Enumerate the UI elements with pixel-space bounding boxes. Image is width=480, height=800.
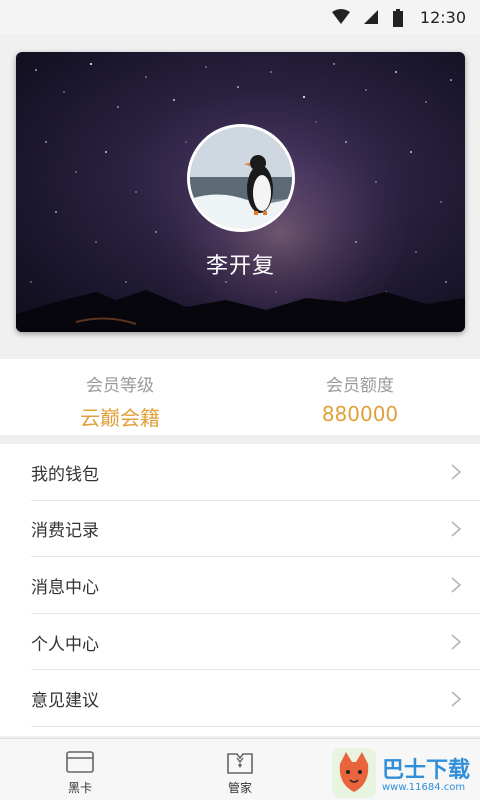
avatar[interactable] [187,124,295,232]
chevron-right-icon [451,691,462,707]
wifi-icon [331,9,350,25]
chevron-right-icon [451,577,462,594]
tab-label: 管家 [227,781,252,795]
chevron-right-icon [451,634,462,650]
watermark-fox-icon [332,748,376,798]
penguin-avatar-icon [190,127,292,229]
menu-item-feedback[interactable]: 意见建议 [0,670,480,727]
menu-list: 我的钱包 消费记录 消息中心 个人中心 意见建议 [0,444,480,736]
membership-level: 会员等级 云巅会籍 [0,359,240,435]
status-bar: 12:30 [0,0,480,34]
menu-item-label: 个人中心 [31,634,99,655]
watermark-logo: 巴士下载 www.11684.com [330,744,480,800]
membership-quota: 会员额度 880000 [240,359,480,435]
menu-item-consumption-records[interactable]: 消费记录 [0,501,480,558]
tab-black-card[interactable]: 黑卡 [0,739,160,800]
watermark-text: 巴士下载 [382,758,471,783]
profile-card: 李开复 [16,52,465,332]
chevron-right-icon [451,464,462,480]
membership-quota-value: 880000 [321,402,399,426]
membership-level-value: 云巅会籍 [80,406,160,430]
tab-label: 黑卡 [67,781,92,795]
cell-signal-icon [362,9,380,25]
menu-item-label: 我的钱包 [31,464,99,485]
user-name: 李开复 [205,254,275,279]
tab-butler[interactable]: 管家 [160,739,320,800]
menu-item-message-center[interactable]: 消息中心 [0,557,480,614]
membership-level-label: 会员等级 [86,376,154,396]
status-time: 12:30 [419,7,466,27]
menu-item-label: 消费记录 [31,521,99,542]
menu-item-label: 意见建议 [31,691,99,712]
menu-item-wallet[interactable]: 我的钱包 [0,444,480,501]
menu-item-personal-center[interactable]: 个人中心 [0,614,480,671]
menu-item-label: 消息中心 [31,577,99,598]
battery-icon [392,9,404,27]
watermark-url: www.11684.com [382,782,466,793]
membership-panel: 会员等级 云巅会籍 会员额度 880000 [0,359,480,435]
butler-icon [227,753,253,774]
membership-quota-label: 会员额度 [326,376,394,396]
chevron-right-icon [451,521,462,537]
card-icon [66,751,94,773]
